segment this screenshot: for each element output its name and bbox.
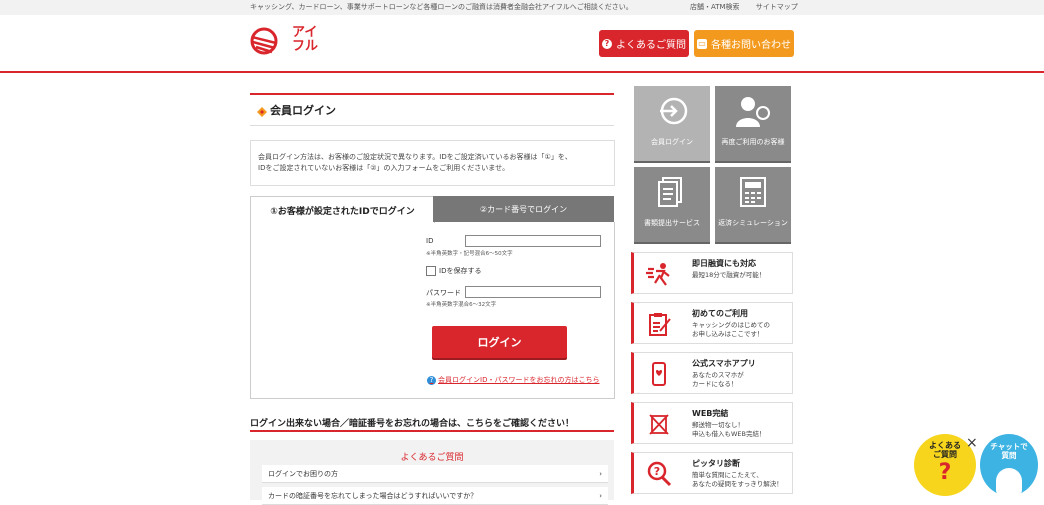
top-notice: キャッシング、カードローン、事業サポートローンなど各種ローンのご融資は消費者金融…	[250, 3, 633, 11]
faq-item[interactable]: カードの暗証番号を忘れてしまった場合はどうすればいいですか？ ›	[262, 487, 608, 505]
promo-desc-line: 郵送物一切なし！	[692, 421, 744, 429]
promo-title: 初めてのご利用	[692, 309, 748, 318]
id-label: ID	[426, 237, 434, 245]
promo-same-day-loan[interactable]: 即日融資にも対応 最短18分で融資が可能！	[631, 252, 793, 294]
promo-desc-line: キャッシングのはじめての	[692, 321, 770, 329]
password-label: パスワード	[426, 289, 461, 297]
promo-desc-line: 簡単な質問にこたえて、	[692, 471, 763, 479]
mascot-icon	[996, 468, 1022, 496]
promo-desc-line: あなたのスマホが	[692, 371, 744, 379]
top-links: 店舗・ATM検索 サイトマップ	[690, 2, 812, 12]
chevron-right-icon: ›	[599, 491, 602, 500]
promo-title: WEB完結	[692, 409, 729, 418]
aiful-logo-mark-icon	[250, 27, 278, 55]
faq-heading: よくあるご質問	[400, 453, 464, 463]
close-icon[interactable]: ×	[966, 435, 978, 451]
id-input[interactable]	[465, 235, 601, 247]
contact-button[interactable]: ▭ 各種お問い合わせ	[694, 30, 794, 57]
save-id-label: IDを保存する	[439, 267, 482, 275]
tab-id-login[interactable]: ①お客様が設定されたIDでログイン	[250, 196, 435, 223]
promo-web-complete[interactable]: WEB完結 郵送物一切なし！ 申込も借入もWEB完結！	[631, 402, 793, 444]
tile-label: 返済シミュレーション	[718, 219, 788, 227]
promo-desc: 最短18分で融資が可能！	[692, 271, 765, 280]
svg-text:?: ?	[654, 465, 660, 478]
faq-float-line: ご質問	[933, 450, 957, 459]
promo-title: ピッタリ診断	[692, 459, 740, 468]
tile-returning-customer[interactable]: 再度ご利用のお客様	[715, 86, 791, 161]
section-divider	[250, 430, 614, 432]
no-mail-icon	[649, 414, 669, 435]
clipboard-check-icon	[649, 313, 671, 336]
chevron-right-icon: ›	[599, 469, 602, 478]
promo-title: 即日融資にも対応	[692, 259, 756, 268]
chat-bubble-icon: ▭	[697, 38, 707, 49]
forgot-link-text: 会員ログインID・パスワードをお忘れの方はこちら	[438, 376, 600, 384]
calculator-icon	[740, 177, 766, 207]
promo-first-time[interactable]: 初めてのご利用 キャッシングのはじめての お申し込みはここです！	[631, 302, 793, 344]
login-arrow-icon	[660, 97, 688, 125]
user-refresh-icon	[736, 97, 770, 127]
faq-button-label: よくあるご質問	[616, 40, 686, 51]
faq-item[interactable]: ログインでお困りの方 ›	[262, 465, 608, 483]
promo-fit-diagnosis[interactable]: ? ピッタリ診断 簡単な質問にこたえて、 あなたの疑問をすっきり解決！	[631, 452, 793, 494]
promo-desc-line: 申込も借入もWEB完結！	[692, 430, 766, 438]
promo-desc-line: 最短18分で融資が可能！	[692, 271, 766, 279]
store-atm-search-link[interactable]: 店舗・ATM検索	[690, 3, 740, 11]
trouble-title: ログイン出来ない場合／暗証番号をお忘れの場合は、こちらをご確認ください！	[250, 419, 575, 429]
promo-smartphone-app[interactable]: 公式スマホアプリ あなたのスマホが カードになる！	[631, 352, 793, 394]
question-mark-icon: ?	[938, 460, 952, 485]
header	[0, 15, 1044, 73]
running-man-icon	[646, 263, 670, 286]
page-title: 会員ログイン	[270, 104, 336, 117]
tile-label: 再度ご利用のお客様	[721, 138, 785, 146]
question-icon: ?	[602, 38, 612, 49]
id-hint: ※半角英数字・記号混合6〜50文字	[426, 251, 513, 257]
intro-line-1: 会員ログイン方法は、お客様のご設定状況で異なります。IDをご設定済いているお客様…	[258, 153, 572, 161]
diamond-icon	[257, 102, 267, 117]
sitemap-link[interactable]: サイトマップ	[756, 3, 798, 11]
magnifier-question-icon: ?	[647, 461, 672, 487]
documents-icon	[658, 177, 682, 207]
login-button[interactable]: ログイン	[432, 326, 567, 358]
smartphone-icon	[652, 362, 666, 386]
help-icon: ?	[427, 375, 436, 385]
faq-item-label: カードの暗証番号を忘れてしまった場合はどうすればいいですか？	[268, 491, 478, 500]
faq-button[interactable]: ? よくあるご質問	[599, 30, 689, 57]
save-id-checkbox[interactable]	[426, 266, 436, 276]
promo-desc: 郵送物一切なし！ 申込も借入もWEB完結！	[692, 421, 766, 439]
promo-desc: キャッシングのはじめての お申し込みはここです！	[692, 321, 770, 339]
chat-float-line: チャットで	[990, 442, 1028, 451]
promo-desc-line: あなたの疑問をすっきり解決！	[692, 480, 783, 488]
forgot-credentials-link[interactable]: ? 会員ログインID・パスワードをお忘れの方はこちら	[427, 375, 599, 385]
promo-title: 公式スマホアプリ	[692, 359, 756, 368]
tile-label: 会員ログイン	[651, 138, 693, 146]
contact-button-label: 各種お問い合わせ	[711, 40, 791, 51]
chat-float-label: チャットで 質問	[980, 442, 1038, 460]
promo-desc-line: お申し込みはここです！	[692, 330, 764, 338]
logo-text: アイフル	[292, 25, 319, 54]
promo-desc: 簡単な質問にこたえて、 あなたの疑問をすっきり解決！	[692, 471, 783, 489]
chat-float-line: 質問	[1001, 451, 1017, 460]
password-input[interactable]	[465, 286, 601, 298]
tile-repayment-simulation[interactable]: 返済シミュレーション	[715, 167, 791, 242]
promo-desc: あなたのスマホが カードになる！	[692, 371, 744, 389]
intro-line-2: IDをご設定されていないお客様は「②」の入力フォームをご利用くださいませ。	[258, 164, 510, 172]
intro-text: 会員ログイン方法は、お客様のご設定状況で異なります。IDをご設定済いているお客様…	[258, 152, 598, 174]
promo-desc-line: カードになる！	[692, 380, 738, 388]
tile-label: 書類提出サービス	[644, 219, 700, 227]
tile-member-login[interactable]: 会員ログイン	[634, 86, 710, 161]
tab-card-login[interactable]: ②カード番号でログイン	[433, 196, 614, 222]
password-hint: ※半角英数字混合6〜32文字	[426, 302, 497, 308]
faq-item-label: ログインでお困りの方	[268, 469, 338, 478]
tile-document-service[interactable]: 書類提出サービス	[634, 167, 710, 242]
